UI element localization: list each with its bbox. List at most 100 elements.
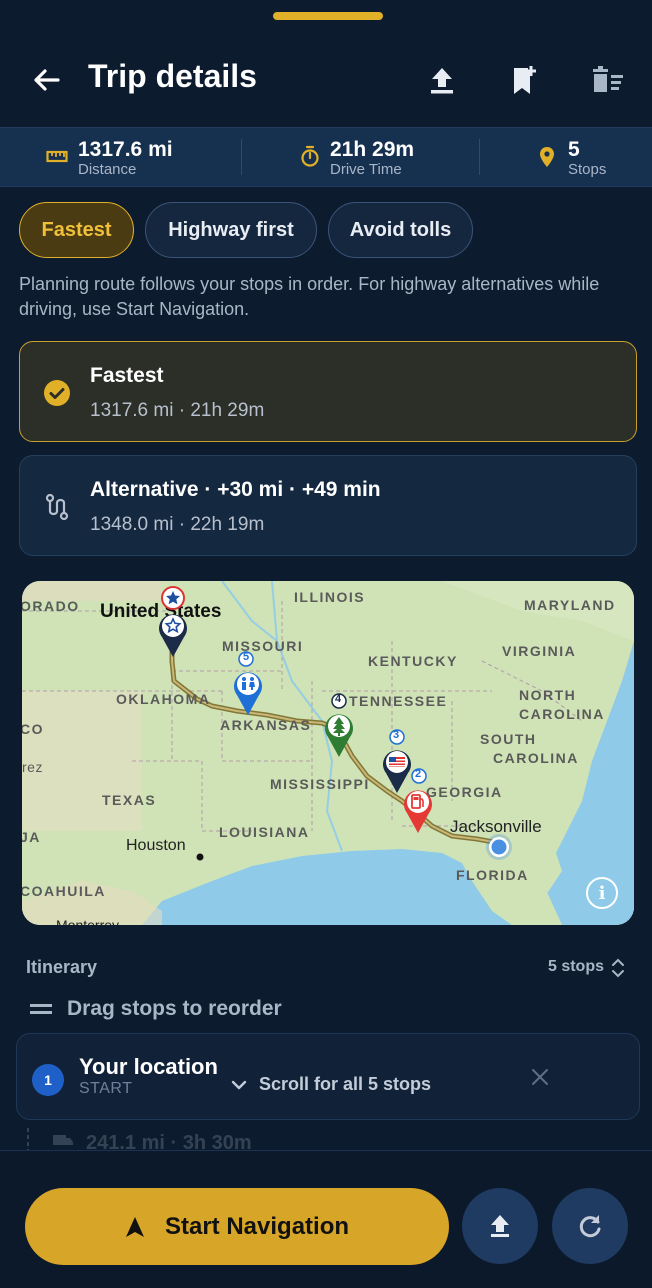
upload-icon — [491, 1215, 509, 1237]
ruler-icon — [46, 150, 68, 163]
map-label-maryland: MARYLAND — [524, 597, 616, 613]
share-route-button[interactable] — [462, 1188, 538, 1264]
upload-icon — [431, 68, 453, 94]
reset-route-button[interactable] — [552, 1188, 628, 1264]
map-label-south-carolina: SOUTH — [480, 731, 537, 747]
map-label-mississippi: MISSISSIPPI — [270, 776, 370, 792]
arrow-left-icon — [34, 69, 60, 91]
stops-value: 5 — [568, 138, 580, 161]
share-button[interactable] — [422, 60, 462, 100]
sheet-handle[interactable] — [273, 12, 383, 20]
drag-handle-icon — [30, 1004, 52, 1014]
route-option-highway-first[interactable]: Highway first — [145, 202, 317, 258]
bottom-action-bar: Start Navigation — [0, 1150, 652, 1288]
stops-label: Stops — [568, 161, 607, 178]
map-label-south-carolina: CAROLINA — [493, 750, 579, 766]
stop-marker-start-icon[interactable] — [158, 611, 188, 657]
current-location-dot[interactable] — [484, 832, 514, 862]
map-label-co: CO — [22, 721, 44, 737]
stat-drive-time: 21h 29m Drive Time — [300, 128, 470, 188]
map-marker-number: 2 — [415, 768, 422, 780]
fuel-marker-icon[interactable] — [403, 787, 433, 833]
map-label-coahuila: COAHUILA — [22, 883, 106, 899]
stat-distance: 1317.6 mi Distance — [46, 128, 226, 188]
map-label-illinois: ILLINOIS — [294, 589, 366, 605]
drag-hint-text: Drag stops to reorder — [67, 997, 282, 1020]
drive-time-value: 21h 29m — [330, 138, 415, 161]
scroll-hint[interactable]: Scroll for all 5 stops — [231, 1074, 431, 1095]
map-label-florida: FLORIDA — [456, 867, 529, 883]
map-label-georgia: GEORGIA — [426, 784, 503, 800]
route-card-fastest[interactable]: Fastest 1317.6 mi · 21h 29m — [19, 341, 637, 442]
stop-card-start[interactable]: 1 Your location START Scroll for all 5 s… — [16, 1033, 640, 1120]
unfold-icon[interactable] — [610, 956, 626, 980]
stat-divider — [241, 139, 242, 175]
map-label-north-carolina: CAROLINA — [519, 706, 605, 722]
route-title: Alternative · +30 mi · +49 min — [90, 478, 381, 501]
map-label-oklahoma: OKLAHOMA — [116, 691, 211, 707]
remove-stop-button[interactable] — [529, 1066, 551, 1088]
map-label-north-carolina: NORTH — [519, 687, 577, 703]
stop-name: Your location — [79, 1054, 218, 1079]
itinerary-title: Itinerary — [26, 957, 98, 977]
map-city-houston: Houston — [126, 837, 186, 854]
map-label-colorado: ORADO — [22, 598, 80, 614]
page-title: Trip details — [88, 58, 257, 94]
delete-sweep-icon — [593, 66, 623, 92]
timer-icon — [301, 145, 319, 167]
start-navigation-label: Start Navigation — [164, 1212, 350, 1240]
route-title: Fastest — [90, 364, 164, 387]
check-circle-icon — [44, 380, 70, 406]
scroll-hint-text: Scroll for all 5 stops — [259, 1074, 432, 1094]
route-summary: 1317.6 mi · 21h 29m — [90, 400, 265, 421]
save-trip-button[interactable] — [505, 60, 545, 100]
drag-hint: Drag stops to reorder — [30, 994, 282, 1024]
map-marker-number: 3 — [393, 729, 400, 741]
map-info-button[interactable]: i — [586, 877, 618, 909]
trip-stats-bar: 1317.6 mi Distance 21h 29m Drive Time 5 … — [0, 127, 652, 187]
route-summary: 1348.0 mi · 22h 19m — [90, 514, 265, 535]
map-label-rez: rez — [22, 759, 43, 775]
restroom-marker-icon[interactable] — [233, 669, 263, 715]
leg-connector-line — [27, 1128, 29, 1152]
route-planning-note: Planning route follows your stops in ord… — [19, 274, 600, 319]
stat-stops: 5 Stops — [539, 128, 639, 188]
bookmark-add-icon — [514, 66, 536, 94]
location-pin-icon — [540, 147, 554, 167]
stop-number-badge: 1 — [32, 1064, 64, 1096]
route-map[interactable]: ORADO ILLINOIS MARYLAND MISSOURI KENTUCK… — [22, 581, 634, 925]
delete-trip-button[interactable] — [587, 60, 627, 100]
back-button[interactable] — [26, 60, 66, 100]
info-icon: i — [598, 882, 606, 904]
distance-label: Distance — [78, 161, 137, 178]
map-label-kentucky: KENTUCKY — [368, 653, 458, 669]
map-label-ja: JA — [22, 829, 41, 845]
faded-leg-row: 241.1 mi · 3h 30m — [26, 1128, 426, 1154]
map-label-missouri: MISSOURI — [222, 638, 304, 654]
map-city-monterrey: Monterrey — [56, 917, 120, 925]
chevron-down-icon — [231, 1080, 247, 1089]
stat-divider — [479, 139, 480, 175]
map-label-texas: TEXAS — [102, 792, 157, 808]
route-card-alternative[interactable]: Alternative · +30 mi · +49 min 1348.0 mi… — [19, 455, 637, 556]
alt-route-icon — [45, 493, 69, 521]
stop-type: START — [79, 1080, 133, 1097]
truck-icon — [53, 1135, 73, 1145]
itinerary-stop-count[interactable]: 5 stops — [548, 958, 604, 976]
destination-star-icon — [161, 586, 185, 610]
map-marker-number: 5 — [243, 651, 250, 663]
route-option-fastest[interactable]: Fastest — [19, 202, 134, 258]
map-label-virginia: VIRGINIA — [502, 643, 577, 659]
distance-value: 1317.6 mi — [78, 138, 173, 161]
navigation-arrow-icon — [125, 1216, 144, 1237]
drive-time-label: Drive Time — [330, 161, 402, 178]
map-label-tennessee: TENNESSEE — [349, 693, 448, 709]
map-label-arkansas: ARKANSAS — [220, 717, 312, 733]
map-marker-number: 4 — [335, 693, 342, 705]
start-navigation-button[interactable]: Start Navigation — [25, 1188, 449, 1265]
header: Trip details — [0, 50, 652, 110]
refresh-icon — [579, 1215, 601, 1238]
park-marker-icon[interactable] — [324, 711, 354, 757]
route-option-avoid-tolls[interactable]: Avoid tolls — [328, 202, 473, 258]
map-label-louisiana: LOUISIANA — [219, 824, 310, 840]
